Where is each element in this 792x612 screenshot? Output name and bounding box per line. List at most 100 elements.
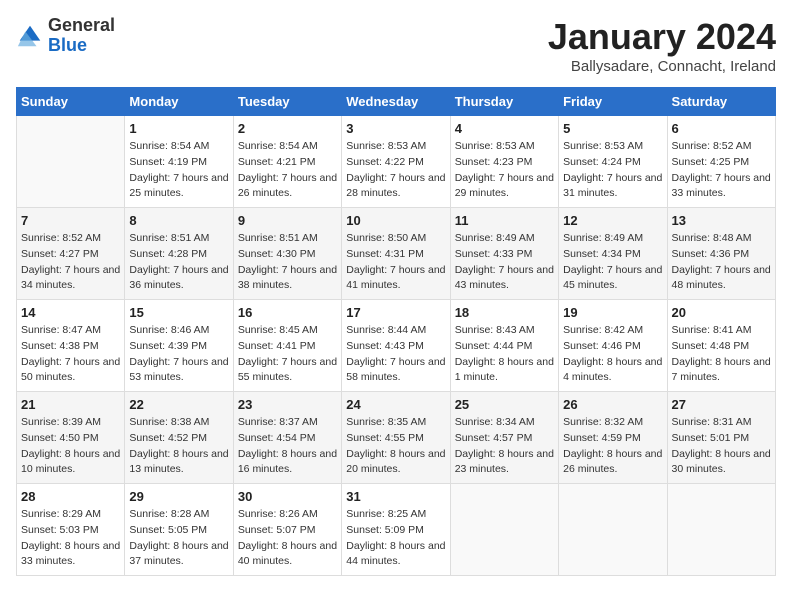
day-info: Sunrise: 8:49 AMSunset: 4:33 PMDaylight:…: [455, 231, 554, 294]
day-number: 17: [346, 305, 445, 320]
day-info: Sunrise: 8:46 AMSunset: 4:39 PMDaylight:…: [129, 323, 228, 386]
day-info: Sunrise: 8:47 AMSunset: 4:38 PMDaylight:…: [21, 323, 120, 386]
day-info: Sunrise: 8:42 AMSunset: 4:46 PMDaylight:…: [563, 323, 662, 386]
day-number: 23: [238, 397, 337, 412]
day-info: Sunrise: 8:44 AMSunset: 4:43 PMDaylight:…: [346, 323, 445, 386]
day-number: 31: [346, 489, 445, 504]
day-number: 24: [346, 397, 445, 412]
calendar-table: SundayMondayTuesdayWednesdayThursdayFrid…: [16, 87, 776, 576]
calendar-cell: 2 Sunrise: 8:54 AMSunset: 4:21 PMDaylight…: [233, 116, 341, 208]
day-info: Sunrise: 8:43 AMSunset: 4:44 PMDaylight:…: [455, 323, 554, 386]
location-text: Ballysadare, Connacht, Ireland: [548, 58, 776, 75]
day-number: 16: [238, 305, 337, 320]
logo-blue-text: Blue: [48, 36, 115, 56]
calendar-cell: 10Sunrise: 8:50 AMSunset: 4:31 PMDayligh…: [342, 208, 450, 300]
weekday-header-thursday: Thursday: [450, 88, 558, 116]
logo-icon: [16, 22, 44, 50]
calendar-cell: 16 Sunrise: 8:45 AMSunset: 4:41 PMDayligh…: [233, 300, 341, 392]
day-info: Sunrise: 8:51 AMSunset: 4:30 PMDaylight:…: [238, 231, 337, 294]
day-number: 9: [238, 213, 337, 228]
day-number: 13: [672, 213, 771, 228]
calendar-cell: [667, 484, 775, 576]
calendar-cell: 31 Sunrise: 8:25 AMSunset: 5:09 PMDayligh…: [342, 484, 450, 576]
day-number: 21: [21, 397, 120, 412]
calendar-cell: 6 Sunrise: 8:52 AMSunset: 4:25 PMDaylight…: [667, 116, 775, 208]
day-info: Sunrise: 8:39 AMSunset: 4:50 PMDaylight:…: [21, 415, 120, 478]
month-title: January 2024: [548, 16, 776, 58]
day-info: Sunrise: 8:52 AMSunset: 4:25 PMDaylight:…: [672, 139, 771, 202]
weekday-header-saturday: Saturday: [667, 88, 775, 116]
logo-text: General Blue: [48, 16, 115, 56]
day-info: Sunrise: 8:31 AMSunset: 5:01 PMDaylight:…: [672, 415, 771, 478]
day-number: 26: [563, 397, 662, 412]
day-info: Sunrise: 8:51 AMSunset: 4:28 PMDaylight:…: [129, 231, 228, 294]
calendar-week-row: 1Sunrise: 8:54 AMSunset: 4:19 PMDaylight…: [17, 116, 776, 208]
day-info: Sunrise: 8:38 AMSunset: 4:52 PMDaylight:…: [129, 415, 228, 478]
day-info: Sunrise: 8:35 AMSunset: 4:55 PMDaylight:…: [346, 415, 445, 478]
calendar-week-row: 7 Sunrise: 8:52 AMSunset: 4:27 PMDaylight…: [17, 208, 776, 300]
weekday-header-row: SundayMondayTuesdayWednesdayThursdayFrid…: [17, 88, 776, 116]
day-number: 6: [672, 121, 771, 136]
day-number: 18: [455, 305, 554, 320]
day-info: Sunrise: 8:53 AMSunset: 4:23 PMDaylight:…: [455, 139, 554, 202]
day-info: Sunrise: 8:54 AMSunset: 4:21 PMDaylight:…: [238, 139, 337, 202]
day-number: 27: [672, 397, 771, 412]
day-info: Sunrise: 8:28 AMSunset: 5:05 PMDaylight:…: [129, 507, 228, 570]
day-number: 19: [563, 305, 662, 320]
calendar-cell: 19 Sunrise: 8:42 AMSunset: 4:46 PMDayligh…: [559, 300, 667, 392]
calendar-cell: 5 Sunrise: 8:53 AMSunset: 4:24 PMDaylight…: [559, 116, 667, 208]
logo: General Blue: [16, 16, 115, 56]
calendar-cell: 7 Sunrise: 8:52 AMSunset: 4:27 PMDaylight…: [17, 208, 125, 300]
day-info: Sunrise: 8:49 AMSunset: 4:34 PMDaylight:…: [563, 231, 662, 294]
day-info: Sunrise: 8:41 AMSunset: 4:48 PMDaylight:…: [672, 323, 771, 386]
calendar-cell: 23 Sunrise: 8:37 AMSunset: 4:54 PMDayligh…: [233, 392, 341, 484]
day-number: 7: [21, 213, 120, 228]
calendar-cell: 11 Sunrise: 8:49 AMSunset: 4:33 PMDayligh…: [450, 208, 558, 300]
calendar-cell: 20 Sunrise: 8:41 AMSunset: 4:48 PMDayligh…: [667, 300, 775, 392]
day-info: Sunrise: 8:53 AMSunset: 4:24 PMDaylight:…: [563, 139, 662, 202]
day-info: Sunrise: 8:37 AMSunset: 4:54 PMDaylight:…: [238, 415, 337, 478]
weekday-header-sunday: Sunday: [17, 88, 125, 116]
calendar-cell: 15 Sunrise: 8:46 AMSunset: 4:39 PMDayligh…: [125, 300, 233, 392]
day-number: 3: [346, 121, 445, 136]
logo-general-text: General: [48, 16, 115, 36]
day-info: Sunrise: 8:25 AMSunset: 5:09 PMDaylight:…: [346, 507, 445, 570]
calendar-cell: 28Sunrise: 8:29 AMSunset: 5:03 PMDayligh…: [17, 484, 125, 576]
day-info: Sunrise: 8:26 AMSunset: 5:07 PMDaylight:…: [238, 507, 337, 570]
day-number: 28: [21, 489, 120, 504]
day-number: 14: [21, 305, 120, 320]
calendar-week-row: 21 Sunrise: 8:39 AMSunset: 4:50 PMDayligh…: [17, 392, 776, 484]
calendar-cell: 8Sunrise: 8:51 AMSunset: 4:28 PMDaylight…: [125, 208, 233, 300]
calendar-cell: 4Sunrise: 8:53 AMSunset: 4:23 PMDaylight…: [450, 116, 558, 208]
day-number: 11: [455, 213, 554, 228]
calendar-cell: 21 Sunrise: 8:39 AMSunset: 4:50 PMDayligh…: [17, 392, 125, 484]
day-number: 20: [672, 305, 771, 320]
calendar-cell: 1Sunrise: 8:54 AMSunset: 4:19 PMDaylight…: [125, 116, 233, 208]
day-number: 2: [238, 121, 337, 136]
calendar-cell: 3 Sunrise: 8:53 AMSunset: 4:22 PMDaylight…: [342, 116, 450, 208]
day-info: Sunrise: 8:52 AMSunset: 4:27 PMDaylight:…: [21, 231, 120, 294]
day-number: 15: [129, 305, 228, 320]
calendar-cell: 30 Sunrise: 8:26 AMSunset: 5:07 PMDayligh…: [233, 484, 341, 576]
day-number: 5: [563, 121, 662, 136]
calendar-cell: [17, 116, 125, 208]
calendar-cell: 18 Sunrise: 8:43 AMSunset: 4:44 PMDayligh…: [450, 300, 558, 392]
day-info: Sunrise: 8:54 AMSunset: 4:19 PMDaylight:…: [129, 139, 228, 202]
weekday-header-monday: Monday: [125, 88, 233, 116]
day-number: 25: [455, 397, 554, 412]
day-info: Sunrise: 8:45 AMSunset: 4:41 PMDaylight:…: [238, 323, 337, 386]
day-info: Sunrise: 8:53 AMSunset: 4:22 PMDaylight:…: [346, 139, 445, 202]
calendar-cell: 9 Sunrise: 8:51 AMSunset: 4:30 PMDaylight…: [233, 208, 341, 300]
calendar-cell: 22 Sunrise: 8:38 AMSunset: 4:52 PMDayligh…: [125, 392, 233, 484]
calendar-cell: [450, 484, 558, 576]
day-number: 30: [238, 489, 337, 504]
calendar-cell: 29Sunrise: 8:28 AMSunset: 5:05 PMDayligh…: [125, 484, 233, 576]
day-number: 12: [563, 213, 662, 228]
calendar-week-row: 14 Sunrise: 8:47 AMSunset: 4:38 PMDayligh…: [17, 300, 776, 392]
calendar-cell: [559, 484, 667, 576]
day-number: 22: [129, 397, 228, 412]
day-number: 10: [346, 213, 445, 228]
calendar-cell: 17 Sunrise: 8:44 AMSunset: 4:43 PMDayligh…: [342, 300, 450, 392]
day-info: Sunrise: 8:32 AMSunset: 4:59 PMDaylight:…: [563, 415, 662, 478]
weekday-header-tuesday: Tuesday: [233, 88, 341, 116]
